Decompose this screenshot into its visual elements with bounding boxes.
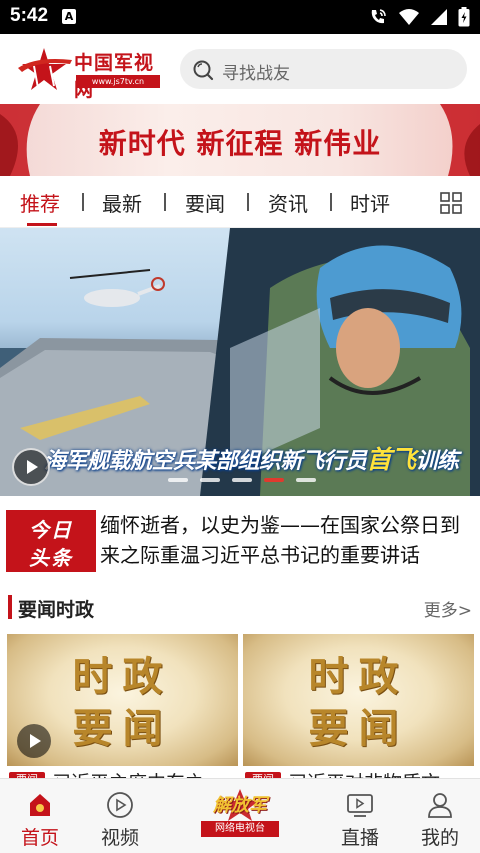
user-icon [428, 793, 452, 818]
card-play-button[interactable] [17, 724, 51, 758]
nav-profile[interactable]: 我的 [400, 779, 480, 853]
section-accent-bar [8, 595, 12, 619]
play-icon [30, 734, 41, 748]
nav-home[interactable]: 首页 [0, 779, 80, 853]
carousel-dot[interactable] [232, 478, 252, 482]
status-bar: 5:42 A [0, 0, 480, 34]
badge-line-1: 今日 [29, 518, 73, 542]
carousel-dot[interactable] [296, 478, 316, 482]
hero-caption: 海军舰载航空兵某部组织新飞行员首飞训练 [44, 440, 459, 476]
active-tab-indicator [27, 223, 57, 226]
slogan-banner[interactable]: 新时代 新征程 新伟业 [0, 104, 480, 176]
nav-label: 我的 [420, 827, 459, 849]
tab-separator [164, 193, 166, 211]
category-tabs: 推荐 最新 要闻 资讯 时评 [0, 176, 480, 228]
carousel-dot-active[interactable] [264, 478, 284, 482]
tab-separator [247, 193, 249, 211]
hero-caption-end: 训练 [415, 449, 460, 474]
tab-recommended[interactable]: 推荐 [20, 188, 60, 217]
hero-play-button[interactable] [12, 448, 50, 486]
section-title: 要闻时政 [18, 599, 95, 621]
play-circle-icon [107, 792, 133, 818]
section-header: 要闻时政 更多> [0, 586, 480, 630]
nav-video[interactable]: 视频 [80, 779, 160, 853]
wifi-calling-icon [371, 9, 386, 24]
tab-separator [82, 193, 84, 211]
search-bar[interactable]: 寻找战友 [180, 49, 467, 89]
search-input[interactable]: 寻找战友 [222, 59, 290, 84]
battery-icon [458, 7, 470, 27]
signal-icon [431, 9, 447, 25]
today-headline-badge: 今日 头条 [6, 510, 96, 572]
wifi-icon [399, 9, 419, 25]
hero-caption-main: 海军舰载航空兵某部组织新飞行员 [44, 449, 367, 474]
app-header: 中国军视网 www.js7tv.cn 寻找战友 [0, 34, 480, 104]
status-time: 5:42 [10, 5, 49, 26]
headline-title[interactable]: 缅怀逝者，以史为鉴——在国家公祭日到来之际重温习近平总书记的重要讲话 [100, 510, 474, 570]
grid-menu-icon[interactable] [440, 192, 462, 214]
news-card[interactable]: 时政 要闻 [7, 634, 238, 766]
tab-important[interactable]: 要闻 [185, 188, 225, 217]
play-icon [27, 460, 38, 474]
card-thumb-line-1: 时政 [72, 653, 173, 700]
status-icons [368, 7, 470, 27]
carousel-indicator [168, 478, 316, 482]
tab-news[interactable]: 资讯 [268, 188, 308, 217]
search-icon [193, 60, 214, 81]
top-headline[interactable]: 今日 头条 缅怀逝者，以史为鉴——在国家公祭日到来之际重温习近平总书记的重要讲话 [0, 496, 480, 586]
badge-line-2: 头条 [29, 546, 73, 570]
center-logo-title: 解放军 [213, 795, 267, 816]
banner-slogan: 新时代 新征程 新伟业 [98, 127, 382, 160]
tab-separator [330, 193, 332, 211]
carousel-dot[interactable] [168, 478, 188, 482]
card-thumb-line-2: 要闻 [308, 705, 409, 752]
notification-a-icon: A [62, 9, 76, 24]
hero-caption-highlight: 首飞 [366, 445, 417, 474]
nav-label: 视频 [100, 827, 139, 849]
hero-carousel[interactable]: 海军舰载航空兵某部组织新飞行员首飞训练 [0, 228, 480, 496]
nav-live[interactable]: 直播 [320, 779, 400, 853]
more-link[interactable]: 更多> [424, 596, 472, 621]
tab-latest[interactable]: 最新 [102, 188, 142, 217]
tv-icon [347, 794, 373, 817]
carousel-dot[interactable] [200, 478, 220, 482]
center-logo-subtitle: 网络电视台 [201, 821, 279, 837]
news-card[interactable]: 时政 要闻 [243, 634, 474, 766]
nav-label: 首页 [20, 827, 59, 849]
tab-commentary[interactable]: 时评 [350, 188, 390, 217]
nav-label: 直播 [340, 827, 379, 849]
home-icon [30, 794, 50, 816]
army-logo-icon [18, 48, 72, 90]
site-logo[interactable]: 中国军视网 www.js7tv.cn [16, 44, 166, 101]
logo-url: www.js7tv.cn [76, 75, 160, 88]
pla-tv-logo[interactable]: 解放军 网络电视台 [193, 787, 287, 843]
card-thumb-line-1: 时政 [308, 653, 409, 700]
